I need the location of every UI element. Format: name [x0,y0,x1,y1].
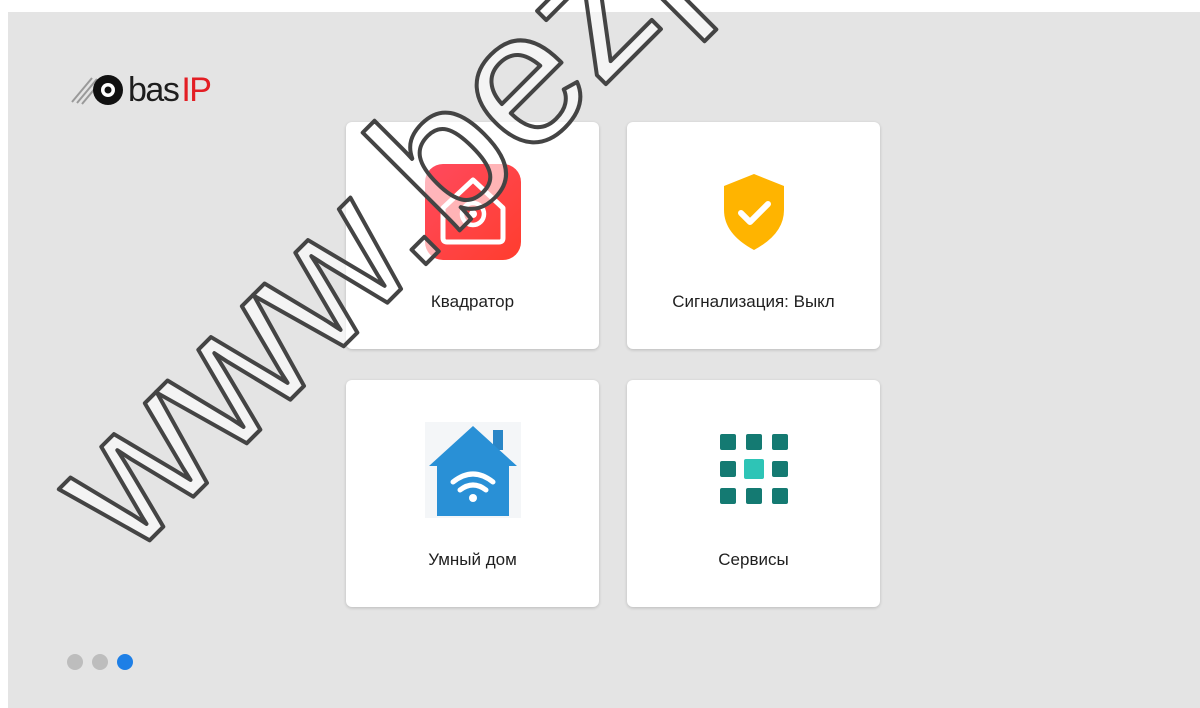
page-indicator [67,654,133,670]
tile-label: Сервисы [718,550,789,569]
logo-text-ip: IP [181,71,212,109]
tile-kvadrator[interactable]: Квадратор [346,122,599,349]
apps-grid-icon [719,434,788,504]
logo-text-bas: bas [128,71,180,109]
tile-services[interactable]: Сервисы [627,380,880,607]
bas-ip-logo: basIP [68,70,212,110]
home-screen: basIP Квадратор Сигнализация: Выкл Умный… [8,12,1200,708]
smart-home-wifi-icon [424,422,521,518]
tile-label: Умный дом [428,550,517,569]
logo-text: basIP [128,71,212,109]
tile-label: Сигнализация: Выкл [672,292,835,311]
camera-house-icon [424,164,521,260]
page-dot-active[interactable] [117,654,133,670]
tile-smart-home[interactable]: Умный дом [346,380,599,607]
page-dot[interactable] [67,654,83,670]
tile-alarm[interactable]: Сигнализация: Выкл [627,122,880,349]
logo-mark-icon [71,75,123,105]
tile-label: Квадратор [430,292,515,311]
shield-check-icon [723,174,784,250]
page-dot[interactable] [92,654,108,670]
